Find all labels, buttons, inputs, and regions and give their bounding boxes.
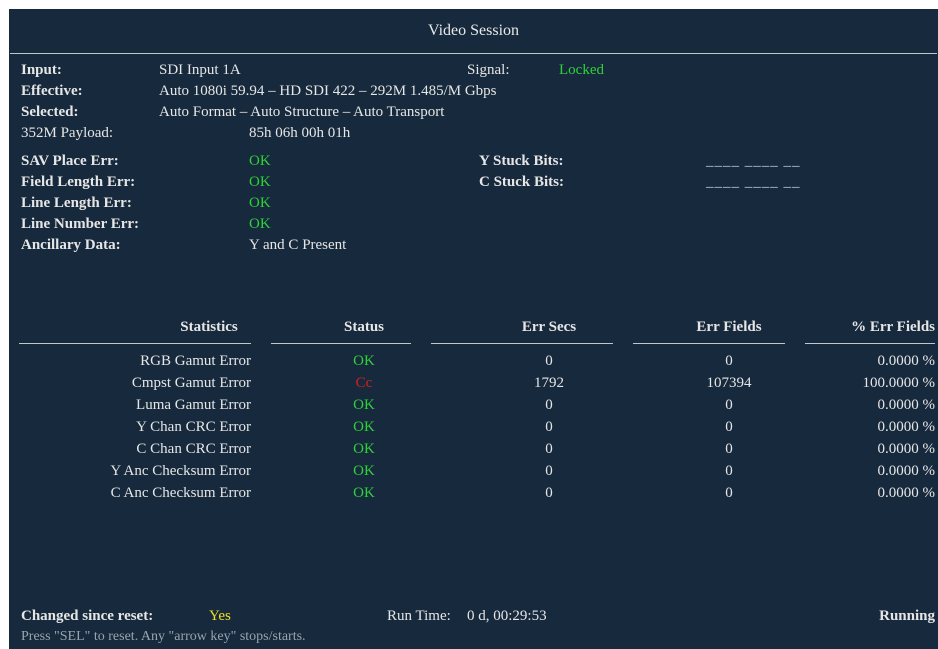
changed-since-reset-label: Changed since reset: [21, 608, 154, 624]
stat-name: Luma Gamut Error [136, 397, 251, 413]
stat-pct-err-fields: 0.0000 % [877, 397, 936, 413]
input-label: Input: [21, 62, 62, 78]
stat-name: C Anc Checksum Error [110, 485, 251, 501]
stat-pct-err-fields: 0.0000 % [877, 485, 936, 501]
selected-label: Selected: [21, 104, 79, 120]
col-header-status: Status [343, 319, 384, 335]
check-label: Line Number Err: [21, 216, 140, 232]
title-divider [10, 53, 937, 54]
stat-err-fields: 0 [725, 441, 733, 457]
run-time-value: 0 d, 00:29:53 [467, 608, 547, 624]
stat-pct-err-fields: 0.0000 % [877, 353, 936, 369]
stat-status: OK [353, 441, 375, 457]
col-underline [805, 343, 935, 344]
stat-err-fields: 0 [725, 485, 733, 501]
stat-name: RGB Gamut Error [140, 353, 251, 369]
col-header-pct-err-fields: % Err Fields [851, 319, 935, 335]
session-state: Running [879, 608, 935, 624]
panel-title: Video Session [427, 22, 520, 39]
check-value: OK [249, 174, 271, 190]
y-stuck-bits-value: ____ ____ __ [706, 153, 801, 169]
stat-err-secs: 1792 [534, 375, 564, 391]
input-value: SDI Input 1A [159, 62, 241, 78]
stat-err-fields: 0 [725, 419, 733, 435]
ancillary-value: Y and C Present [249, 237, 347, 253]
stat-status: OK [353, 397, 375, 413]
payload-label: 352M Payload: [21, 125, 114, 141]
stat-pct-err-fields: 100.0000 % [862, 375, 936, 391]
stat-status: OK [353, 353, 375, 369]
col-underline [431, 343, 613, 344]
check-label: Line Length Err: [21, 195, 132, 211]
col-underline [271, 343, 411, 344]
stat-status: Cc [355, 375, 373, 391]
stat-err-fields: 0 [725, 463, 733, 479]
stat-name: Y Chan CRC Error [136, 419, 251, 435]
effective-value: Auto 1080i 59.94 – HD SDI 422 – 292M 1.4… [159, 83, 497, 99]
check-label: Field Length Err: [21, 174, 136, 190]
stat-name: Cmpst Gamut Error [131, 375, 251, 391]
col-header-err-fields: Err Fields [696, 319, 762, 335]
col-underline [633, 343, 785, 344]
col-header-statistics: Statistics [180, 319, 238, 335]
stat-err-secs: 0 [545, 441, 553, 457]
stat-err-secs: 0 [545, 419, 553, 435]
stat-pct-err-fields: 0.0000 % [877, 419, 936, 435]
stat-err-secs: 0 [545, 463, 553, 479]
stat-status: OK [353, 485, 375, 501]
stat-pct-err-fields: 0.0000 % [877, 441, 936, 457]
check-label: SAV Place Err: [21, 153, 119, 169]
check-value: OK [249, 195, 271, 211]
stat-name: C Chan CRC Error [136, 441, 251, 457]
video-session-panel: Video Session Input: SDI Input 1A Signal… [9, 9, 938, 649]
stat-pct-err-fields: 0.0000 % [877, 463, 936, 479]
stat-err-fields: 107394 [706, 375, 752, 391]
col-header-err-secs: Err Secs [521, 319, 577, 335]
check-value: OK [249, 153, 271, 169]
payload-value: 85h 06h 00h 01h [249, 125, 351, 141]
col-underline [19, 343, 251, 344]
stat-name: Y Anc Checksum Error [110, 463, 251, 479]
stat-status: OK [353, 419, 375, 435]
signal-label: Signal: [467, 62, 510, 78]
c-stuck-bits-value: ____ ____ __ [706, 174, 801, 190]
ancillary-label: Ancillary Data: [21, 237, 121, 253]
stat-err-secs: 0 [545, 397, 553, 413]
stat-status: OK [353, 463, 375, 479]
y-stuck-bits-label: Y Stuck Bits: [479, 153, 564, 169]
effective-label: Effective: [21, 83, 83, 99]
stat-err-secs: 0 [545, 353, 553, 369]
stat-err-secs: 0 [545, 485, 553, 501]
selected-value: Auto Format – Auto Structure – Auto Tran… [159, 104, 445, 120]
stat-err-fields: 0 [725, 353, 733, 369]
c-stuck-bits-label: C Stuck Bits: [479, 174, 565, 190]
reset-hint: Press "SEL" to reset. Any "arrow key" st… [21, 629, 306, 644]
check-value: OK [249, 216, 271, 232]
run-time-label: Run Time: [387, 608, 451, 624]
changed-since-reset-value: Yes [209, 608, 231, 624]
signal-value: Locked [559, 62, 604, 78]
stat-err-fields: 0 [725, 397, 733, 413]
